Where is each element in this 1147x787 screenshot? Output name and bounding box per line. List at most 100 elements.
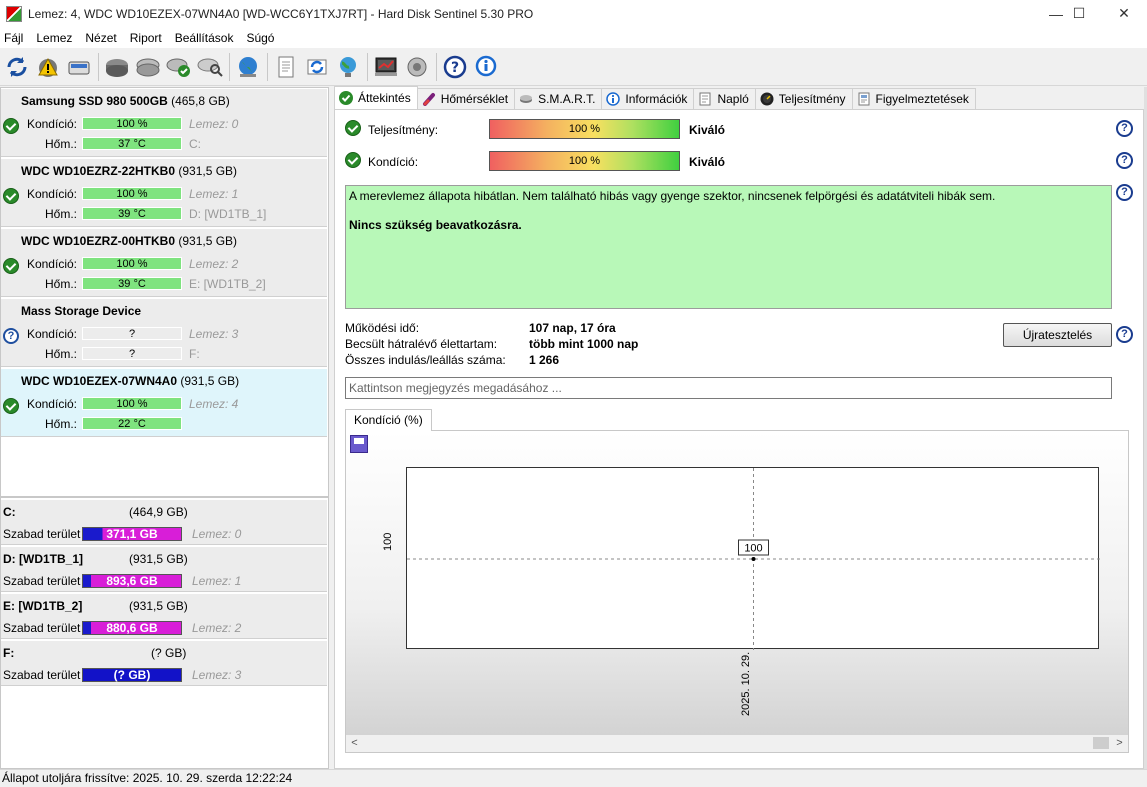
- toolbar-separator: [367, 52, 368, 81]
- tab-overview[interactable]: Áttekintés: [334, 86, 418, 109]
- chart-tab-condition[interactable]: Kondíció (%): [345, 409, 432, 431]
- disk-entry-3[interactable]: Mass Storage Device ? Kondíció: ? Lemez:…: [1, 299, 327, 367]
- hdd-info-icon[interactable]: [133, 52, 162, 82]
- sound-icon[interactable]: [402, 52, 431, 82]
- sync-icon[interactable]: [302, 52, 331, 82]
- remaining-life-value: több mint 1000 nap: [529, 337, 639, 351]
- health-bar: ?: [82, 327, 182, 340]
- report-icon[interactable]: [271, 52, 300, 82]
- volume-name: E: [WD1TB_2]: [3, 599, 83, 613]
- retest-button[interactable]: Újratesztelés: [1003, 323, 1112, 347]
- volume-capacity: (931,5 GB): [129, 552, 188, 566]
- volume-name: C:: [3, 505, 16, 519]
- y-tick-label: 100: [382, 532, 394, 551]
- volume-name: D: [WD1TB_1]: [3, 552, 83, 566]
- alerts-icon: [857, 92, 871, 106]
- performance-rating: Kiváló: [689, 123, 726, 137]
- disk-entry-2[interactable]: WDC WD10EZRZ-00HTKB0 (931,5 GB) Kondíció…: [1, 229, 327, 297]
- start-stop-label: Összes indulás/leállás száma:: [345, 353, 506, 367]
- chart-area: 100 100 2025. 10. 29. < >: [345, 430, 1129, 753]
- disk-index: Lemez: 3: [189, 327, 239, 341]
- disk-name: WDC WD10EZRZ-00HTKB0 (931,5 GB): [21, 234, 238, 248]
- remaining-life-label: Becsült hátralévő élettartam:: [345, 337, 498, 351]
- help-icon[interactable]: ?: [1116, 120, 1133, 137]
- tab-temperature[interactable]: Hőmérséklet: [416, 88, 516, 109]
- tab-smart[interactable]: S.M.A.R.T.: [514, 88, 603, 109]
- benchmark-icon[interactable]: [371, 52, 400, 82]
- tab-alerts[interactable]: Figyelmeztetések: [851, 88, 976, 109]
- chart-svg: 100: [407, 468, 1100, 650]
- disk-entry-4[interactable]: WDC WD10EZEX-07WN4A0 (931,5 GB) Kondíció…: [1, 369, 327, 437]
- menu-settings[interactable]: Beállítások: [170, 31, 239, 45]
- condition-label: Kondíció:: [368, 155, 419, 169]
- uptime-value: 107 nap, 17 óra: [529, 321, 616, 335]
- about-icon[interactable]: [471, 52, 500, 82]
- tab-performance[interactable]: Teljesítmény: [754, 88, 853, 109]
- menu-report[interactable]: Riport: [125, 31, 167, 45]
- menu-bar: Fájl Lemez Nézet Riport Beállítások Súgó: [0, 27, 1147, 48]
- help-icon[interactable]: ?: [440, 52, 469, 82]
- menu-file[interactable]: Fájl: [0, 31, 28, 45]
- scroll-right-icon[interactable]: >: [1111, 735, 1128, 752]
- disk-index: Lemez: 2: [189, 257, 239, 271]
- window-title: Lemez: 4, WDC WD10EZEX-07WN4A0 [WD-WCC6Y…: [28, 6, 534, 21]
- data-label: 100: [744, 543, 762, 555]
- disk-index: Lemez: 0: [189, 117, 239, 131]
- tab-log[interactable]: Napló: [693, 88, 756, 109]
- health-bar: 100 %: [82, 397, 182, 410]
- disk-index: Lemez: 1: [189, 187, 239, 201]
- refresh-icon[interactable]: [2, 52, 31, 82]
- condition-meter: 100 %: [489, 151, 680, 171]
- scroll-left-icon[interactable]: <: [346, 735, 363, 752]
- toolbar-separator: [98, 52, 99, 81]
- uptime-label: Működési idő:: [345, 321, 420, 335]
- note-input[interactable]: Kattintson megjegyzés megadásához ...: [345, 377, 1112, 399]
- disk-icon[interactable]: [64, 52, 93, 82]
- help-icon[interactable]: ?: [1116, 326, 1133, 343]
- temperature-label: Hőm.:: [44, 277, 77, 291]
- disk-entry-1[interactable]: WDC WD10EZRZ-22HTKB0 (931,5 GB) Kondíció…: [1, 159, 327, 227]
- hdd-icon[interactable]: [102, 52, 131, 82]
- volume-disk: Lemez: 2: [192, 621, 242, 635]
- maximize-button[interactable]: ☐: [1056, 0, 1102, 27]
- check-circle-icon: [339, 91, 353, 105]
- network-icon[interactable]: [333, 52, 362, 82]
- volume-entry-1[interactable]: D: [WD1TB_1] (931,5 GB) Szabad terület 8…: [1, 547, 327, 592]
- app-icon: [6, 5, 22, 22]
- menu-help[interactable]: Súgó: [241, 31, 279, 45]
- volume-entry-2[interactable]: E: [WD1TB_2] (931,5 GB) Szabad terület 8…: [1, 594, 327, 639]
- volume-disk: Lemez: 1: [192, 574, 242, 588]
- toolbar-separator: [229, 52, 230, 81]
- condition-label: Kondíció:: [26, 257, 77, 271]
- warning-icon[interactable]: [33, 52, 62, 82]
- save-icon[interactable]: [350, 435, 368, 453]
- menu-view[interactable]: Nézet: [80, 31, 121, 45]
- status-message: A merevlemez állapota hibátlan. Nem talá…: [349, 189, 996, 203]
- help-icon[interactable]: ?: [1116, 184, 1133, 201]
- volume-entry-3[interactable]: F: (? GB) Szabad terület (? GB) Lemez: 3: [1, 641, 327, 686]
- volume-capacity: (? GB): [151, 646, 187, 660]
- free-space-bar: 371,1 GB: [82, 527, 182, 541]
- volume-entry-0[interactable]: C: (464,9 GB) Szabad terület 371,1 GB Le…: [1, 500, 327, 545]
- hdd-check-icon[interactable]: [164, 52, 193, 82]
- toolbar: ?: [0, 48, 1147, 86]
- gauge-icon: [760, 92, 774, 106]
- free-space-bar: (? GB): [82, 668, 182, 682]
- disk-index: Lemez: 4: [189, 397, 239, 411]
- close-button[interactable]: ✕: [1101, 0, 1147, 27]
- menu-disk[interactable]: Lemez: [31, 31, 77, 45]
- hdd-search-icon[interactable]: [195, 52, 224, 82]
- globe-icon[interactable]: [233, 52, 262, 82]
- disk-name: Samsung SSD 980 500GB (465,8 GB): [21, 94, 230, 108]
- toolbar-separator: [436, 52, 437, 81]
- help-icon[interactable]: ?: [1116, 152, 1133, 169]
- disk-entry-0[interactable]: Samsung SSD 980 500GB (465,8 GB) Kondíci…: [1, 89, 327, 157]
- status-recommendation: Nincs szükség beavatkozásra.: [349, 218, 522, 232]
- condition-ok-icon: [345, 152, 361, 168]
- svg-text:?: ?: [450, 60, 458, 76]
- scroll-thumb[interactable]: [1093, 737, 1109, 749]
- tab-information[interactable]: Információk: [601, 88, 695, 109]
- temperature-bar: 22 °C: [82, 417, 182, 430]
- chart-horizontal-scrollbar[interactable]: < >: [346, 735, 1128, 752]
- disk-name: WDC WD10EZRZ-22HTKB0 (931,5 GB): [21, 164, 238, 178]
